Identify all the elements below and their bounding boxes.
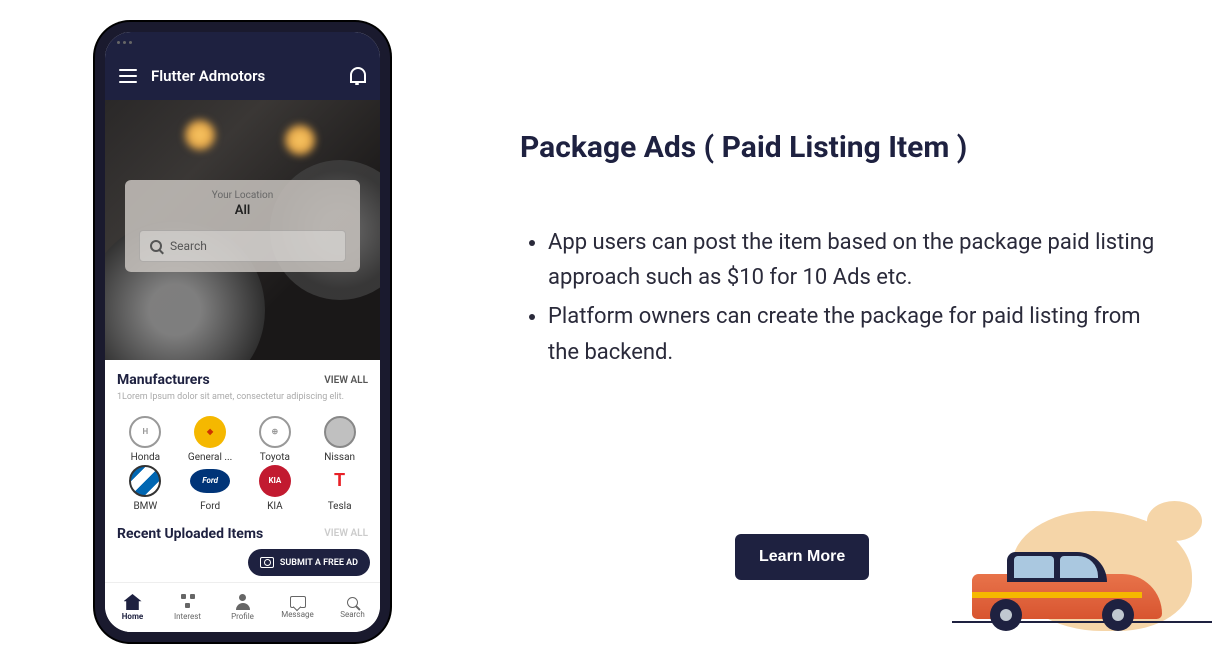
nav-home[interactable]: Home (105, 594, 160, 621)
app-title: Flutter Admotors (151, 67, 265, 85)
bottom-nav: Home Interest Profile Message Search (105, 582, 380, 632)
location-card: Your Location All Search (125, 180, 360, 272)
brand-item-ford[interactable]: Ford Ford (182, 465, 239, 512)
learn-more-button[interactable]: Learn More (735, 534, 869, 580)
phone-screen: Flutter Admotors Your Location All Searc… (105, 32, 380, 632)
brand-item-honda[interactable]: H Honda (117, 416, 174, 463)
feature-description: Package Ads ( Paid Listing Item ) App us… (520, 130, 1160, 374)
message-icon (290, 596, 306, 608)
bmw-logo-icon (129, 465, 161, 497)
phone-mockup: Flutter Admotors Your Location All Searc… (95, 22, 390, 642)
bullet-item: App users can post the item based on the… (548, 225, 1160, 295)
search-input[interactable]: Search (139, 230, 346, 262)
brand-item-bmw[interactable]: BMW (117, 465, 174, 512)
submit-ad-button[interactable]: SUBMIT A FREE AD (248, 549, 370, 576)
kia-logo-icon: KIA (259, 465, 291, 497)
brand-item-kia[interactable]: KIA KIA (247, 465, 304, 512)
home-icon (124, 594, 142, 610)
gm-logo-icon: ◆ (194, 416, 226, 448)
toyota-logo-icon: ⊕ (259, 416, 291, 448)
app-header: Flutter Admotors (105, 52, 380, 100)
nissan-logo-icon (324, 416, 356, 448)
view-all-link[interactable]: VIEW ALL (324, 375, 368, 386)
feature-bullets: App users can post the item based on the… (520, 225, 1160, 370)
bullet-item: Platform owners can create the package f… (548, 299, 1160, 369)
nav-message[interactable]: Message (270, 596, 325, 619)
camera-icon (260, 557, 274, 568)
search-nav-icon (347, 597, 358, 608)
view-all-recent-link[interactable]: VIEW ALL (324, 528, 368, 539)
status-bar (105, 32, 380, 52)
page-title: Package Ads ( Paid Listing Item ) (520, 130, 1160, 165)
ford-logo-icon: Ford (190, 469, 230, 493)
interest-icon (179, 594, 197, 610)
manufacturers-title: Manufacturers (117, 372, 210, 388)
profile-icon (234, 594, 252, 610)
brand-item-nissan[interactable]: Nissan (311, 416, 368, 463)
honda-logo-icon: H (129, 416, 161, 448)
notification-icon[interactable] (350, 67, 366, 85)
manufacturers-section: Manufacturers VIEW ALL 1Lorem Ipsum dolo… (105, 360, 380, 554)
brand-item-tesla[interactable]: T Tesla (311, 465, 368, 512)
search-placeholder: Search (170, 239, 207, 253)
search-icon (150, 240, 162, 252)
nav-interest[interactable]: Interest (160, 594, 215, 621)
brand-item-toyota[interactable]: ⊕ Toyota (247, 416, 304, 463)
car-illustration (952, 481, 1212, 641)
manufacturers-subtitle: 1Lorem Ipsum dolor sit amet, consectetur… (117, 392, 368, 404)
nav-profile[interactable]: Profile (215, 594, 270, 621)
recent-title: Recent Uploaded Items (117, 526, 263, 542)
location-label: Your Location (139, 190, 346, 201)
nav-search[interactable]: Search (325, 597, 380, 619)
menu-icon[interactable] (119, 69, 137, 83)
brand-item-gm[interactable]: ◆ General ... (182, 416, 239, 463)
tesla-logo-icon: T (324, 465, 356, 497)
hero-banner: Your Location All Search (105, 100, 380, 360)
location-value[interactable]: All (139, 203, 346, 218)
